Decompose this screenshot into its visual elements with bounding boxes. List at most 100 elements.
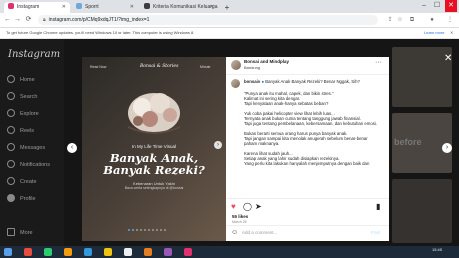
instagram-favicon-icon — [8, 3, 14, 9]
emoji-icon[interactable]: ☺ — [231, 229, 238, 236]
infobar-close-icon[interactable]: ✕ — [450, 28, 453, 38]
avatar-icon — [7, 194, 15, 202]
taskbar-clock[interactable]: 15:45 — [432, 247, 442, 252]
image-kicker: In My Life Time Visual — [132, 144, 176, 149]
background-text: before — [394, 137, 422, 147]
back-icon[interactable]: ← — [3, 15, 12, 25]
heart-icon — [7, 160, 15, 168]
forward-icon[interactable]: → — [13, 15, 22, 25]
post-header: Bonsai and Mindplay Bandung ··· — [226, 57, 389, 75]
post-comment-button[interactable]: Post — [371, 230, 380, 235]
caption-username[interactable]: bonsaiv — [244, 79, 260, 84]
carousel-dot — [156, 229, 158, 231]
taskbar-app-icon[interactable] — [64, 248, 72, 256]
taskbar-app-icon[interactable] — [164, 248, 172, 256]
image-brand-logo: Bonsai & Stories — [140, 64, 179, 69]
taskbar-app-icon[interactable] — [44, 248, 52, 256]
next-post-arrow-icon[interactable]: › — [442, 143, 452, 153]
instagram-page: Instagram Home Search Explore Reels Mess… — [0, 39, 459, 246]
taskbar-app-icon[interactable] — [144, 248, 152, 256]
extension-icon[interactable]: ⧉ — [408, 15, 416, 25]
nav-more[interactable]: More — [7, 227, 33, 239]
instagram-sidebar: Instagram Home Search Explore Reels Mess… — [0, 39, 64, 246]
taskbar-app-icon[interactable] — [104, 248, 112, 256]
bookmark-star-icon[interactable]: ☆ — [396, 15, 404, 25]
messenger-icon — [7, 143, 15, 151]
post-username[interactable]: Bonsai and Mindplay — [244, 59, 289, 64]
taskbar-app-icon[interactable] — [124, 248, 132, 256]
image-handle: Baca cerita selengkapnya di @bonsai — [124, 186, 184, 190]
post-location[interactable]: Bandung — [244, 65, 260, 70]
comment-icon[interactable]: ◯ — [243, 202, 252, 211]
avatar[interactable] — [231, 60, 241, 70]
post-actions: ♥ ◯ ➤ ▮ 55 likes March 26 — [226, 198, 389, 226]
globe-favicon-icon — [76, 3, 82, 9]
nav-home[interactable]: Home — [7, 74, 35, 86]
lock-icon: 🔒︎ — [43, 17, 46, 23]
background-post-thumbnail — [392, 47, 452, 107]
nav-profile[interactable]: Profile — [7, 193, 36, 205]
reload-icon[interactable]: ⟳ — [24, 15, 33, 25]
url-text: instagram.com/p/CMq9xdqJT1/?img_index=1 — [48, 17, 150, 23]
tab-kriteria[interactable]: Kriteria Komunikasi Keluarga ✕ — [140, 2, 218, 13]
url-field[interactable]: 🔒︎ instagram.com/p/CMq9xdqJT1/?img_index=… — [38, 15, 378, 25]
post-details-panel: Bonsai and Mindplay Bandung ··· bonsaiv … — [226, 57, 389, 241]
chrome-menu-icon[interactable]: ⋮ — [446, 15, 454, 25]
instagram-logo[interactable]: Instagram — [8, 49, 60, 60]
comment-input[interactable]: Add a comment... — [242, 230, 277, 235]
caption-line: Tapi juga tentang pembelanaan, kebersama… — [244, 121, 378, 126]
carousel-dot — [152, 229, 154, 231]
minimize-button[interactable]: – — [418, 0, 430, 12]
maximize-button[interactable]: ☐ — [431, 0, 443, 12]
post-modal: Read Now Bonsai & Stories Minute In My L… — [82, 57, 389, 241]
previous-post-arrow-icon[interactable]: ‹ — [67, 143, 77, 153]
close-modal-icon[interactable]: ✕ — [444, 53, 452, 64]
nav-reels[interactable]: Reels — [7, 125, 34, 137]
clock-time: 15:45 — [432, 247, 443, 252]
taskbar-app-icon[interactable] — [84, 248, 92, 256]
caption-line: Yang perlu kita lakukan hanyalah menjemp… — [244, 161, 370, 166]
tab-close-icon[interactable]: ✕ — [210, 2, 214, 13]
carousel-dots — [128, 229, 180, 232]
carousel-dot — [136, 229, 138, 231]
nav-search[interactable]: Search — [7, 91, 37, 103]
tab-close-icon[interactable]: ✕ — [62, 2, 66, 13]
post-image[interactable]: Read Now Bonsai & Stories Minute In My L… — [82, 57, 226, 241]
windows-taskbar: 15:45 — [0, 246, 459, 258]
new-tab-button[interactable]: + — [222, 2, 232, 13]
background-post-thumbnail — [392, 179, 452, 243]
profile-icon[interactable]: ● — [428, 15, 436, 25]
taskbar-app-icon[interactable] — [24, 248, 32, 256]
start-icon[interactable] — [4, 248, 12, 256]
comment-bar: ☺ Add a comment... Post — [226, 225, 389, 241]
avatar[interactable] — [231, 79, 240, 88]
browser-tab-strip: Instagram ✕ Sporrt ✕ Kriteria Komunikasi… — [0, 0, 459, 13]
carousel-dot — [148, 229, 150, 231]
address-bar-row: ← → ⟳ 🔒︎ instagram.com/p/CMq9xdqJT1/?img_… — [0, 13, 459, 28]
chrome-taskbar-icon[interactable] — [184, 248, 192, 256]
carousel-dot — [128, 229, 130, 231]
bookmark-icon[interactable]: ▮ — [376, 202, 380, 211]
like-heart-icon[interactable]: ♥ — [231, 202, 236, 211]
post-date: March 26 — [232, 220, 247, 224]
share-icon[interactable]: ⇪ — [386, 15, 394, 25]
tab-instagram[interactable]: Instagram ✕ — [4, 2, 70, 13]
caption-line: Tapi kenyataan anak-hanya sebatas beban? — [244, 101, 329, 106]
nav-messages[interactable]: Messages — [7, 142, 45, 154]
tab-close-icon[interactable]: ✕ — [130, 2, 134, 13]
nav-create[interactable]: Create — [7, 176, 37, 188]
more-options-icon[interactable]: ··· — [375, 59, 382, 66]
tab-label: Kriteria Komunikasi Keluarga — [153, 4, 218, 10]
learn-more-link[interactable]: Learn more — [424, 28, 444, 38]
share-icon[interactable]: ➤ — [255, 202, 262, 211]
tab-sporrt[interactable]: Sporrt ✕ — [72, 2, 138, 13]
likes-count[interactable]: 55 likes — [232, 214, 248, 219]
infobar-message: To get future Google Chrome updates, you… — [6, 30, 195, 35]
nav-explore[interactable]: Explore — [7, 108, 39, 120]
page-favicon-icon — [144, 3, 150, 9]
reels-icon — [7, 126, 15, 134]
nav-notifications[interactable]: Notifications — [7, 159, 50, 171]
tab-label: Sporrt — [85, 4, 99, 10]
close-window-button[interactable]: ✕ — [445, 0, 457, 12]
carousel-next-icon[interactable]: › — [214, 141, 222, 149]
